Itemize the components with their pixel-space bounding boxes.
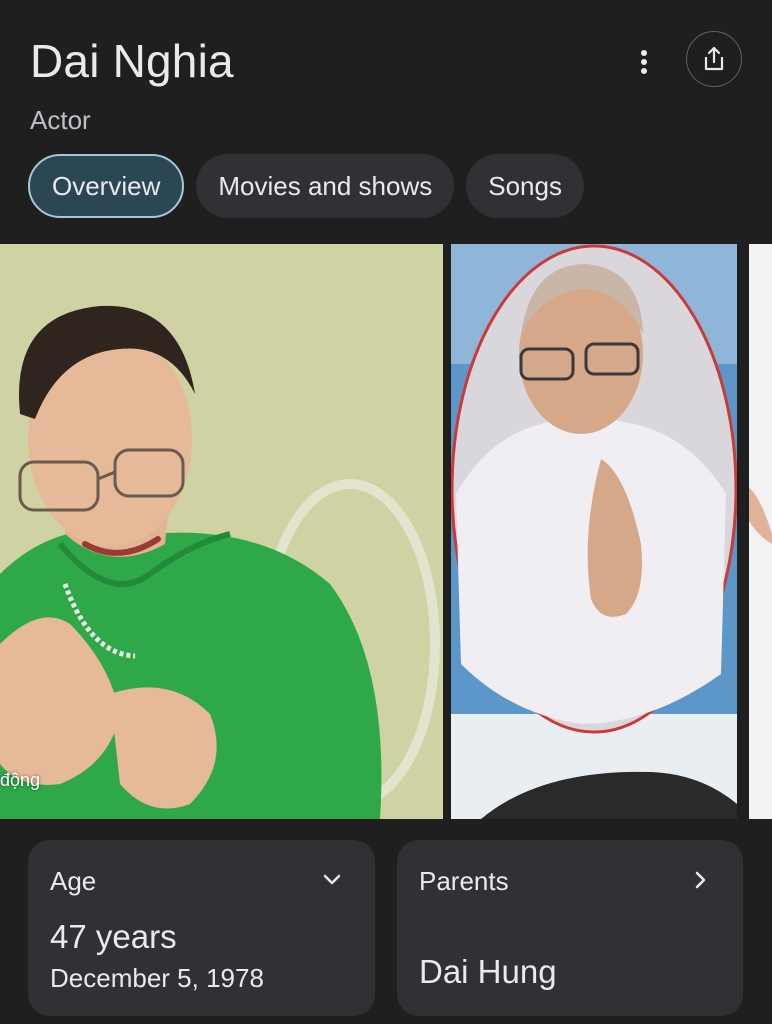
gallery-image-2[interactable] bbox=[451, 244, 737, 819]
portrait-image bbox=[451, 244, 737, 819]
share-button[interactable] bbox=[686, 31, 742, 87]
more-vert-icon bbox=[641, 50, 647, 74]
entity-title: Dai Nghia bbox=[30, 35, 234, 87]
birth-date: December 5, 1978 bbox=[50, 963, 264, 993]
chevron-down-icon bbox=[323, 874, 341, 885]
entity-subtitle: Actor bbox=[30, 105, 91, 135]
portrait-image bbox=[0, 244, 443, 819]
tab-songs[interactable]: Songs bbox=[466, 154, 584, 218]
age-value: 47 years bbox=[50, 918, 177, 955]
age-label: Age bbox=[50, 866, 97, 896]
tab-movies-and-shows[interactable]: Movies and shows bbox=[196, 154, 455, 218]
tab-overview[interactable]: Overview bbox=[28, 154, 185, 218]
more-options-button[interactable] bbox=[624, 42, 664, 82]
image-carousel: động bbox=[0, 244, 772, 819]
knowledge-panel-header: Dai Nghia Actor Overview Movies and show… bbox=[0, 0, 772, 244]
parent-name[interactable]: Dai Hung bbox=[419, 953, 557, 991]
chevron-right-icon bbox=[695, 871, 706, 889]
tab-bar: Overview Movies and shows Songs bbox=[28, 154, 584, 218]
image-caption: động bbox=[0, 770, 41, 790]
portrait-image bbox=[745, 244, 772, 819]
share-icon bbox=[704, 46, 724, 71]
gallery-image-3[interactable] bbox=[745, 244, 772, 819]
parents-card[interactable]: Parents Dai Hung bbox=[397, 840, 743, 1016]
parents-label: Parents bbox=[419, 866, 509, 896]
gallery-image-1[interactable]: động bbox=[0, 244, 443, 819]
age-card[interactable]: Age 47 years December 5, 1978 bbox=[28, 840, 375, 1016]
